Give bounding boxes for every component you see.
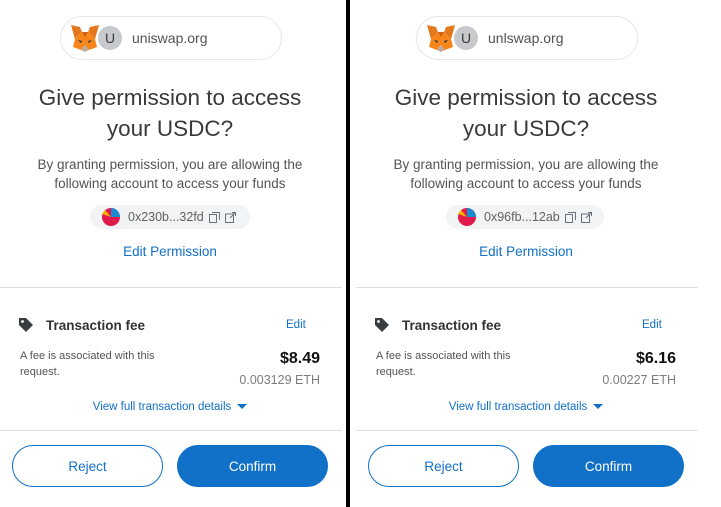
- edit-permission-link[interactable]: Edit Permission: [356, 244, 696, 259]
- identicon-icon: [458, 208, 476, 226]
- view-details-label: View full transaction details: [448, 401, 588, 413]
- chevron-down-icon: [237, 404, 248, 410]
- approval-panel-right: U unlswap.org Give permission to access …: [356, 0, 698, 507]
- approval-panel-left: U uniswap.org Give permission to access …: [0, 0, 342, 507]
- account-pill: 0x96fb...12ab: [446, 205, 604, 229]
- fee-description: A fee is associated with this request.: [20, 350, 155, 378]
- account-address: 0x230b...32fd: [128, 210, 204, 224]
- fee-usd-amount: $6.16: [635, 350, 676, 367]
- page-title: Give permission to access your USDC?: [38, 85, 302, 141]
- origin-pill: U unlswap.org: [416, 16, 638, 60]
- chevron-down-icon: [593, 404, 604, 410]
- tag-icon: [19, 318, 33, 332]
- fee-edit-link[interactable]: Edit: [286, 319, 306, 331]
- external-link-icon[interactable]: [580, 211, 592, 223]
- site-url: uniswap.org: [132, 30, 208, 46]
- transaction-fee-title: Transaction fee: [46, 317, 146, 333]
- divider: [356, 430, 698, 431]
- divider: [0, 430, 342, 431]
- confirm-button[interactable]: Confirm: [177, 445, 328, 487]
- site-avatar-icon: U: [453, 25, 479, 51]
- permission-description: By granting permission, you are allowing…: [393, 157, 659, 191]
- site-url: unlswap.org: [488, 30, 564, 46]
- page-title: Give permission to access your USDC?: [394, 85, 658, 141]
- view-transaction-details-link[interactable]: View full transaction details: [356, 401, 696, 413]
- identicon-icon: [102, 208, 120, 226]
- tag-icon: [375, 318, 389, 332]
- copy-icon[interactable]: [564, 211, 576, 223]
- fee-description: A fee is associated with this request.: [376, 350, 511, 378]
- view-transaction-details-link[interactable]: View full transaction details: [0, 401, 340, 413]
- edit-permission-link[interactable]: Edit Permission: [0, 244, 340, 259]
- transaction-fee-title: Transaction fee: [402, 317, 502, 333]
- copy-icon[interactable]: [208, 211, 220, 223]
- confirm-button[interactable]: Confirm: [533, 445, 684, 487]
- panel-separator: [346, 0, 350, 507]
- divider: [356, 287, 698, 288]
- fee-edit-link[interactable]: Edit: [642, 319, 662, 331]
- reject-button[interactable]: Reject: [368, 445, 519, 487]
- fee-eth-amount: 0.003129 ETH: [239, 373, 320, 387]
- account-pill: 0x230b...32fd: [90, 205, 250, 229]
- origin-pill: U uniswap.org: [60, 16, 282, 60]
- account-address: 0x96fb...12ab: [484, 210, 560, 224]
- fee-usd-amount: $8.49: [279, 350, 320, 367]
- reject-button[interactable]: Reject: [12, 445, 163, 487]
- divider: [0, 287, 342, 288]
- site-avatar-icon: U: [97, 25, 123, 51]
- view-details-label: View full transaction details: [92, 401, 232, 413]
- transaction-fee-header: Transaction fee: [18, 317, 145, 333]
- fee-eth-amount: 0.00227 ETH: [602, 373, 676, 387]
- external-link-icon[interactable]: [224, 211, 236, 223]
- transaction-fee-header: Transaction fee: [374, 317, 501, 333]
- permission-description: By granting permission, you are allowing…: [37, 157, 303, 191]
